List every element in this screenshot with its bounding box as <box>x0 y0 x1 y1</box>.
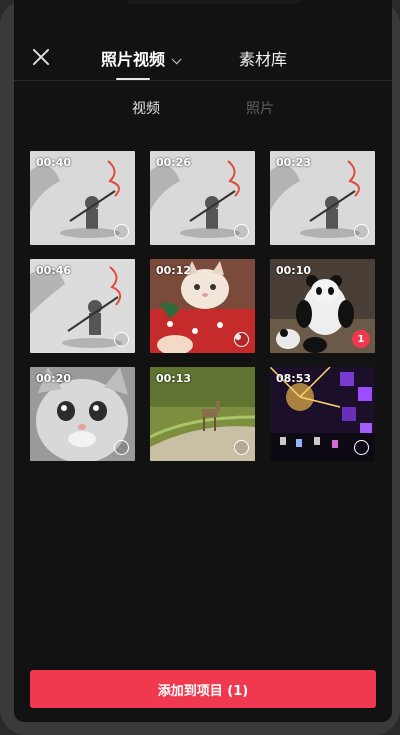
select-circle-icon[interactable] <box>234 332 249 347</box>
select-circle-icon[interactable] <box>114 224 129 239</box>
add-to-project-button[interactable]: 添加到项目 (1) <box>30 670 376 708</box>
tab-photos-videos[interactable]: 照片视频 <box>101 46 182 70</box>
subtab-video[interactable]: 视频 <box>132 98 160 118</box>
select-circle-icon[interactable] <box>354 440 369 455</box>
chevron-down-icon <box>171 54 182 65</box>
active-tab-indicator <box>116 78 150 80</box>
media-tile-wukong-3[interactable]: 00:23 <box>270 151 375 245</box>
media-tile-wukong-1[interactable]: 00:40 <box>30 151 135 245</box>
phone-notch <box>124 0 304 4</box>
select-circle-icon[interactable] <box>234 224 249 239</box>
subtab-photo[interactable]: 照片 <box>246 98 274 118</box>
media-tile-kitten[interactable]: 00:12 <box>150 259 255 353</box>
tab-material-library[interactable]: 素材库 <box>239 46 287 70</box>
phone-frame: 照片视频 素材库 视频 照片 00:40 00:26 00:23 00:46 0… <box>0 0 400 735</box>
selected-badge[interactable]: 1 <box>352 330 370 348</box>
duration-label: 08:53 <box>276 372 312 385</box>
media-tile-concert[interactable]: 08:53 <box>270 367 375 461</box>
duration-label: 00:46 <box>36 264 72 277</box>
duration-label: 00:20 <box>36 372 72 385</box>
media-tile-wukong-2[interactable]: 00:26 <box>150 151 255 245</box>
duration-label: 00:13 <box>156 372 192 385</box>
duration-label: 00:23 <box>276 156 312 169</box>
duration-label: 00:40 <box>36 156 72 169</box>
duration-label: 00:12 <box>156 264 192 277</box>
media-tile-wukong-4[interactable]: 00:46 <box>30 259 135 353</box>
select-circle-icon[interactable] <box>114 332 129 347</box>
select-circle-icon[interactable] <box>234 440 249 455</box>
duration-label: 00:26 <box>156 156 192 169</box>
media-tile-deer[interactable]: 00:13 <box>150 367 255 461</box>
duration-label: 00:10 <box>276 264 312 277</box>
media-type-tabs: 视频 照片 <box>14 98 392 122</box>
media-tile-cat[interactable]: 00:20 <box>30 367 135 461</box>
select-circle-icon[interactable] <box>114 440 129 455</box>
screen: 照片视频 素材库 视频 照片 00:40 00:26 00:23 00:46 0… <box>14 0 392 722</box>
top-bar: 照片视频 素材库 <box>14 34 392 81</box>
close-icon[interactable] <box>32 48 50 66</box>
media-tile-panda[interactable]: 00:10 1 <box>270 259 375 353</box>
tab-photos-videos-label: 照片视频 <box>101 50 166 69</box>
select-circle-icon[interactable] <box>354 224 369 239</box>
